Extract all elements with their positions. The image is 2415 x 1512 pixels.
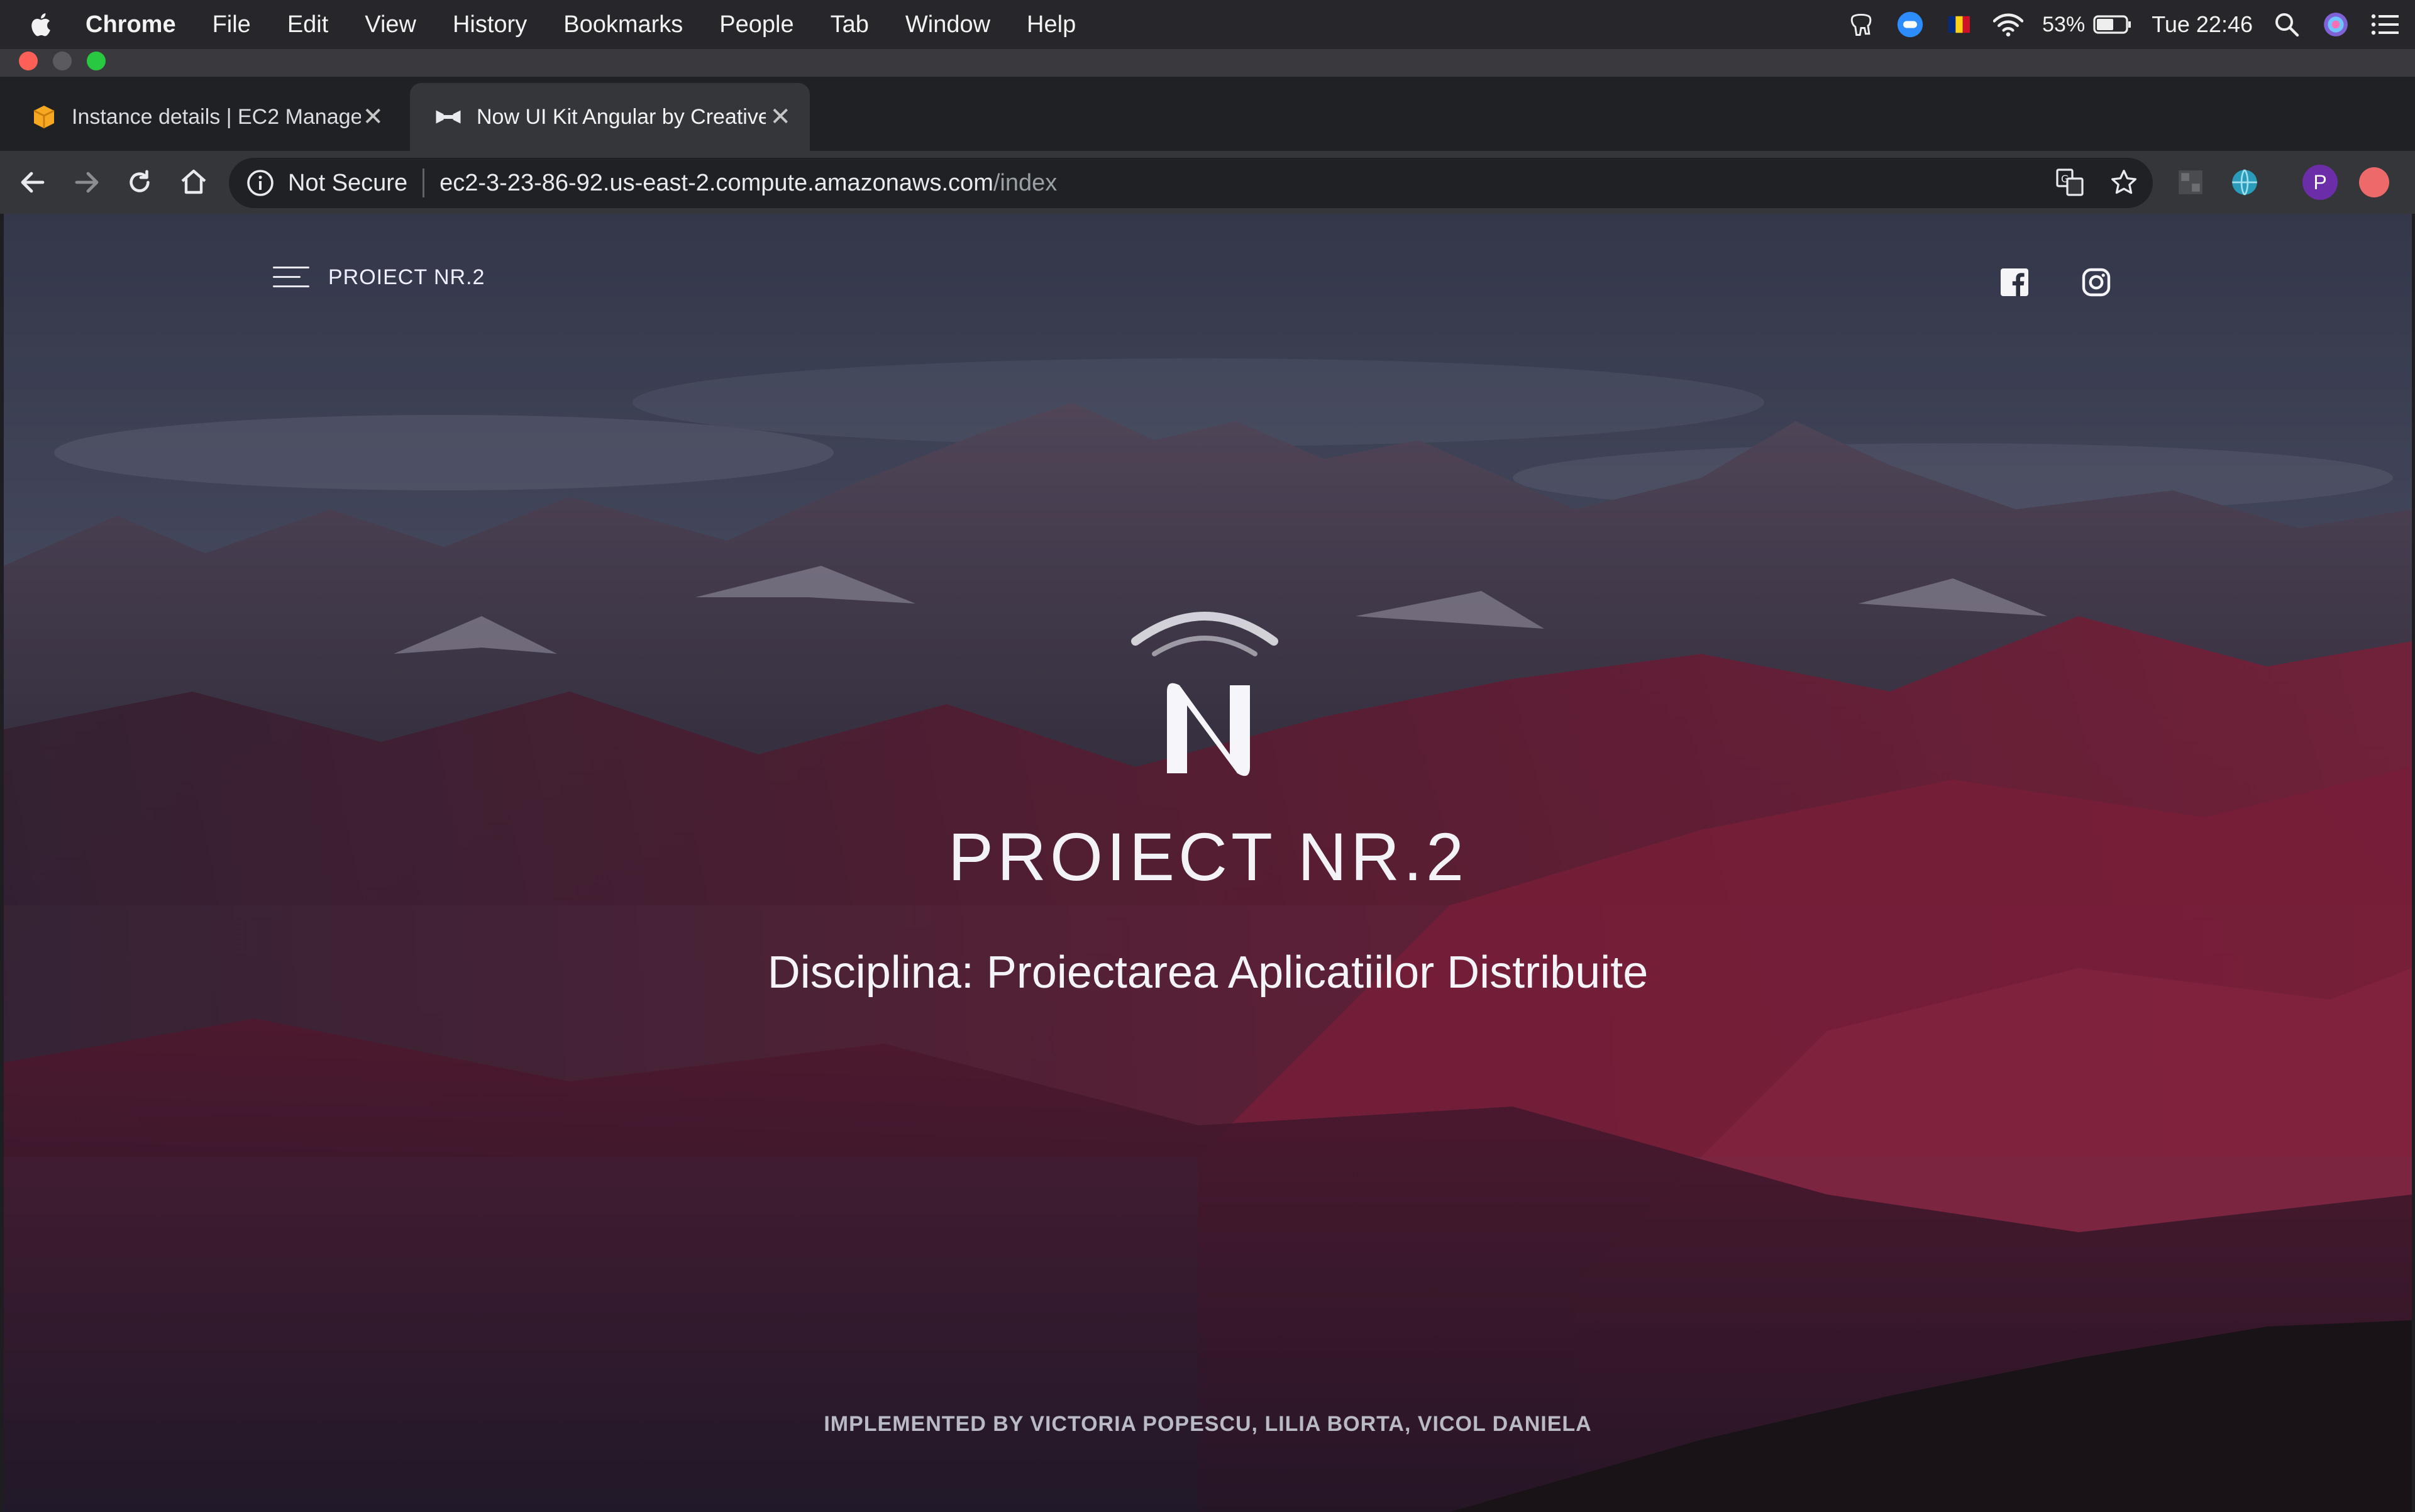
bookmark-star-icon[interactable] xyxy=(2106,165,2141,200)
tab-title: Now UI Kit Angular by Creative Tim xyxy=(477,104,766,129)
hero-subtitle: Disciplina: Proiectarea Aplicatiilor Dis… xyxy=(767,947,1649,998)
menu-tab[interactable]: Tab xyxy=(831,11,869,38)
menu-window[interactable]: Window xyxy=(905,11,990,38)
address-separator xyxy=(423,168,425,197)
forward-button[interactable] xyxy=(67,162,107,202)
wifi-icon[interactable] xyxy=(1993,9,2024,40)
chat-bubble-icon[interactable] xyxy=(1895,9,1925,40)
tab-now-ui-kit[interactable]: Now UI Kit Angular by Creative Tim ✕ xyxy=(410,83,810,151)
menu-clock[interactable]: Tue 22:46 xyxy=(2152,11,2253,38)
navbar-brand-text[interactable]: PROIECT NR.2 xyxy=(328,265,485,290)
close-tab-icon[interactable]: ✕ xyxy=(770,102,791,131)
menu-edit[interactable]: Edit xyxy=(287,11,328,38)
spotlight-search-icon[interactable] xyxy=(2272,9,2302,40)
close-window-button[interactable] xyxy=(19,52,38,70)
macos-menu-bar: Chrome File Edit View History Bookmarks … xyxy=(0,0,2415,49)
profile-avatar[interactable]: P xyxy=(2302,165,2338,200)
menu-people[interactable]: People xyxy=(719,11,793,38)
hero-title: PROIECT NR.2 xyxy=(948,819,1468,895)
page-navbar-brand[interactable]: PROIECT NR.2 xyxy=(273,263,485,292)
record-extension-icon[interactable] xyxy=(2359,167,2389,197)
address-bar[interactable]: Not Secure ec2-3-23-86-92.us-east-2.comp… xyxy=(229,158,2153,208)
menu-history[interactable]: History xyxy=(453,11,527,38)
svg-text:G: G xyxy=(2061,173,2069,185)
instagram-icon[interactable] xyxy=(2081,267,2111,297)
facebook-icon[interactable] xyxy=(1999,267,2030,297)
menu-view[interactable]: View xyxy=(365,11,416,38)
window-title-bar xyxy=(0,49,2415,77)
security-label[interactable]: Not Secure xyxy=(288,170,407,197)
tab-strip: Instance details | EC2 Management Consol… xyxy=(0,77,2415,209)
flag-icon[interactable] xyxy=(1944,9,1974,40)
reload-button[interactable] xyxy=(119,162,160,202)
back-button[interactable] xyxy=(13,162,53,202)
menu-help[interactable]: Help xyxy=(1027,11,1076,38)
menu-bar-status-area: 53% Tue 22:46 xyxy=(1827,0,2400,49)
tab-ec2-console[interactable]: Instance details | EC2 Management Consol… xyxy=(6,83,402,151)
info-icon[interactable] xyxy=(246,169,274,197)
minimize-window-button[interactable] xyxy=(53,52,72,70)
aws-cube-icon xyxy=(33,106,55,128)
extension-grid-icon[interactable] xyxy=(2173,165,2208,200)
zoom-window-button[interactable] xyxy=(87,52,106,70)
web-page: PROIECT NR.2 PROIECT NR.2 Disciplina: Pr… xyxy=(4,214,2412,1512)
notification-center-icon[interactable] xyxy=(2370,9,2400,40)
globe-extension-icon[interactable] xyxy=(2227,165,2262,200)
menu-bookmarks[interactable]: Bookmarks xyxy=(563,11,683,38)
elephant-icon[interactable] xyxy=(1846,9,1876,40)
siri-icon[interactable] xyxy=(2321,9,2351,40)
menu-app-name[interactable]: Chrome xyxy=(86,11,176,38)
apple-menu-icon[interactable] xyxy=(28,9,57,40)
now-ui-logo-icon xyxy=(1131,612,1278,776)
close-tab-icon[interactable]: ✕ xyxy=(362,102,384,131)
menu-file[interactable]: File xyxy=(213,11,251,38)
url-path: /index xyxy=(993,169,1058,196)
url-host: ec2-3-23-86-92.us-east-2.compute.amazona… xyxy=(439,169,993,196)
tab-title: Instance details | EC2 Management Consol… xyxy=(72,104,361,129)
home-button[interactable] xyxy=(174,162,214,202)
footer-credit: IMPLEMENTED BY VICTORIA POPESCU, LILIA B… xyxy=(824,1412,1592,1436)
creative-tim-favicon-icon xyxy=(436,110,461,124)
hamburger-menu-icon[interactable] xyxy=(273,263,309,292)
battery-icon[interactable] xyxy=(2092,9,2133,40)
battery-percent: 53% xyxy=(2042,12,2086,36)
window-controls xyxy=(19,52,121,70)
translate-icon[interactable]: G xyxy=(2052,165,2087,200)
